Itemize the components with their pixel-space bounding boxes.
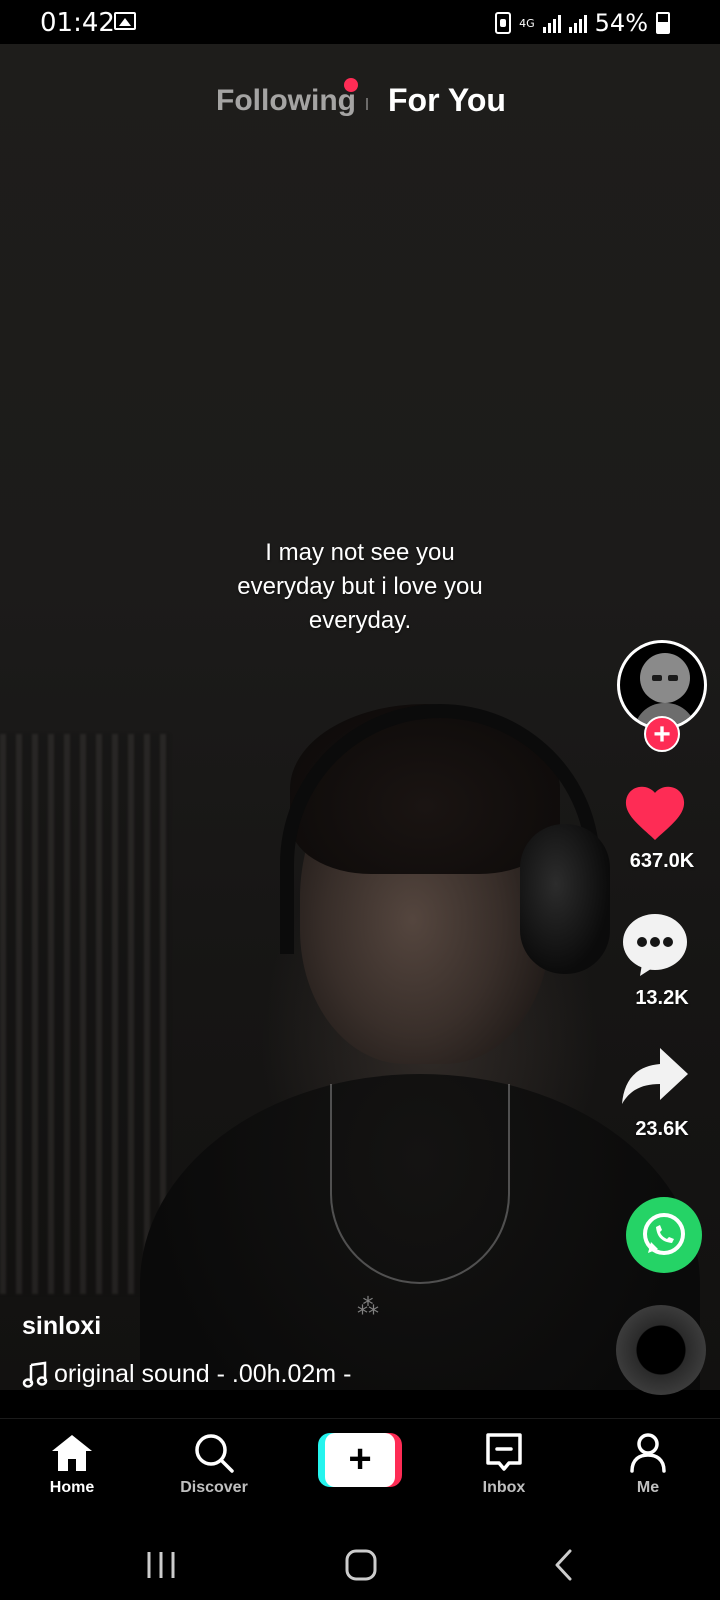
status-bar: 01:42 4G 54%	[0, 0, 720, 44]
whatsapp-icon	[643, 1213, 685, 1255]
video-player[interactable]: ⁂	[0, 44, 720, 1390]
signal-icon	[568, 13, 587, 33]
status-right-group: 4G 54%	[495, 8, 670, 38]
necklace	[330, 1084, 510, 1284]
tab-for-you[interactable]: For You	[388, 82, 506, 119]
caption-line: I may not see you	[265, 539, 455, 566]
profile-icon	[630, 1433, 666, 1473]
comment-icon[interactable]	[620, 912, 690, 978]
video-background-curtain	[0, 734, 170, 1294]
caption-line: everyday.	[308, 607, 412, 634]
whatsapp-share-button[interactable]	[626, 1197, 702, 1273]
battery-saver-icon	[495, 12, 512, 34]
battery-percent: 54%	[594, 9, 648, 37]
avatar-face-icon	[640, 653, 690, 703]
bottom-navigation: Home Discover + Inbox Me	[0, 1418, 720, 1522]
feed-tabs: Following For You	[0, 78, 720, 130]
shirt-logo-icon: ⁂	[357, 1294, 379, 1319]
tab-divider	[366, 98, 368, 110]
signal-icon	[542, 13, 561, 33]
nav-home-label: Home	[49, 1479, 95, 1496]
nav-discover-label: Discover	[180, 1479, 248, 1496]
caption-line: everyday but i love you	[237, 573, 483, 600]
recent-apps-icon[interactable]	[144, 1550, 178, 1580]
tiktok-screen: 01:42 4G 54% ⁂ Following For You I may n…	[0, 0, 720, 1600]
comment-count: 13.2K	[635, 987, 689, 1009]
share-count: 23.6K	[635, 1118, 689, 1140]
share-icon[interactable]	[620, 1046, 690, 1106]
nav-inbox-label: Inbox	[482, 1479, 526, 1496]
heart-icon[interactable]	[620, 778, 690, 842]
inbox-icon	[486, 1433, 522, 1471]
image-icon	[114, 12, 136, 30]
following-notification-dot	[344, 78, 358, 92]
creator-username[interactable]: sinloxi	[22, 1312, 101, 1341]
follow-button[interactable]: +	[644, 716, 680, 752]
sound-row[interactable]: original sound - .00h.02m -	[22, 1360, 351, 1389]
create-button[interactable]: +	[318, 1433, 402, 1487]
home-icon	[52, 1435, 92, 1471]
nav-me[interactable]: Me	[588, 1419, 708, 1519]
network-type: 4G	[519, 16, 535, 30]
tab-following[interactable]: Following	[216, 84, 356, 118]
search-icon	[195, 1434, 234, 1473]
music-note-icon	[22, 1361, 48, 1388]
headphone-cup	[520, 824, 610, 974]
sound-title: original sound - .00h.02m -	[54, 1360, 352, 1388]
back-icon[interactable]	[552, 1548, 576, 1582]
status-time: 01:42	[40, 8, 115, 38]
nav-me-label: Me	[636, 1479, 660, 1496]
nav-inbox[interactable]: Inbox	[444, 1419, 564, 1519]
nav-discover[interactable]: Discover	[154, 1419, 274, 1519]
system-navigation-bar	[0, 1522, 720, 1600]
like-count: 637.0K	[629, 850, 695, 872]
music-disc[interactable]	[616, 1305, 706, 1395]
home-system-icon[interactable]	[344, 1548, 378, 1582]
battery-icon	[656, 12, 670, 34]
plus-icon: +	[325, 1433, 395, 1487]
video-text-overlay: I may not see you everyday but i love yo…	[160, 536, 560, 638]
nav-home[interactable]: Home	[12, 1419, 132, 1519]
